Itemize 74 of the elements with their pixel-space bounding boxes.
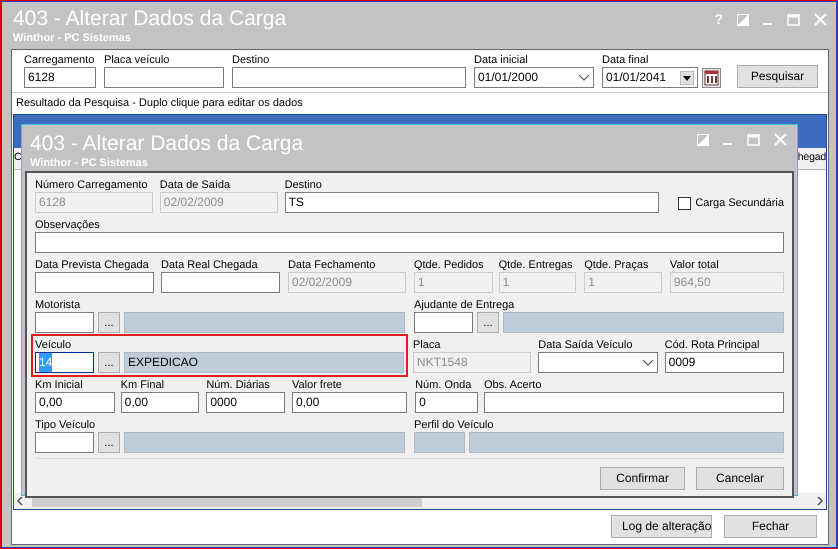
field-label: Placa (412, 338, 442, 352)
field-label: Núm. Onda (415, 378, 472, 392)
browse-button[interactable]: ... (477, 312, 499, 333)
field-label: Veículo (35, 338, 72, 352)
browse-button[interactable]: ... (98, 352, 120, 373)
dialog-button[interactable]: Cancelar (696, 467, 784, 490)
input-field[interactable]: 0009 (664, 352, 784, 373)
input-field[interactable] (232, 67, 466, 88)
input-field (414, 432, 465, 453)
field-label: Qtde. Praças (584, 258, 650, 272)
field-label: Carregamento (24, 53, 96, 67)
window-subtitle: Winthor - PC Sistemas (13, 31, 131, 45)
field-label: Placa veículo (104, 53, 170, 67)
checkbox-label: Carga Secundária (695, 196, 784, 210)
field-label: Data Fechamento (288, 258, 376, 272)
input-field[interactable]: 0,00 (292, 392, 408, 413)
input-field[interactable] (104, 67, 224, 88)
browse-button[interactable]: ... (98, 312, 120, 333)
column-header[interactable]: hegad (798, 150, 826, 166)
field-label: Destino (232, 53, 270, 67)
field-label: Obs. Acerto (484, 378, 542, 392)
section-label: Resultado da Pesquisa - Duplo clique para editar os dados (15, 96, 304, 111)
field-label: Qtde. Pedidos (414, 258, 485, 272)
field-label: Número Carregamento (35, 178, 148, 192)
chevron-down-icon[interactable] (642, 358, 654, 366)
field-label: Tipo Veículo (35, 418, 96, 432)
input-field[interactable]: TS (284, 192, 660, 213)
input-field[interactable]: 0000 (206, 392, 285, 413)
footer-button[interactable]: Fechar (724, 515, 817, 538)
dropdown-icon[interactable] (680, 70, 694, 84)
field-label: Data Prevista Chegada (35, 258, 150, 272)
column-header[interactable]: C (14, 150, 22, 166)
field-label: Data inicial (474, 53, 529, 67)
field-label: Data final (602, 53, 650, 67)
window-subtitle: Winthor - PC Sistemas (30, 156, 148, 170)
footer-button[interactable]: Log de alteração (611, 515, 712, 538)
input-field[interactable] (35, 232, 784, 253)
window-title: 403 - Alterar Dados da Carga (13, 7, 286, 31)
field-label: Km Final (120, 378, 166, 392)
field-label: Data Real Chegada (160, 258, 259, 272)
input-field[interactable] (484, 392, 784, 413)
dropdown-field[interactable] (538, 352, 658, 373)
input-field[interactable] (35, 432, 94, 453)
input-field[interactable] (35, 312, 94, 333)
field-label: Motorista (35, 298, 82, 312)
field-label: Observações (35, 218, 101, 232)
chevron-down-icon[interactable] (578, 74, 590, 82)
input-field[interactable]: 01/01/2000 (474, 67, 594, 88)
checkbox[interactable] (678, 196, 692, 210)
dialog-button[interactable]: Confirmar (600, 467, 685, 490)
window-title: 403 - Alterar Dados da Carga (30, 132, 304, 156)
input-field[interactable]: 0,00 (35, 392, 115, 413)
field-label: Valor total (670, 258, 720, 272)
input-field[interactable]: 0 (415, 392, 478, 413)
input-field[interactable] (35, 272, 154, 293)
calendar-icon[interactable] (702, 68, 721, 88)
input-field[interactable]: 01/01/2041 (602, 67, 698, 88)
field-label: Data de Saída (160, 178, 232, 192)
field-label: Ajudante de Entrega (414, 298, 516, 312)
search-button[interactable]: Pesquisar (737, 65, 818, 88)
input-field[interactable]: 6128 (24, 67, 96, 88)
field-label: Valor frete (292, 378, 343, 392)
field-label: Cód. Rota Principal (664, 338, 760, 352)
field-label: Destino (284, 178, 323, 192)
input-field[interactable]: 0,00 (120, 392, 200, 413)
field-label: Qtde. Entregas (498, 258, 574, 272)
browse-button[interactable]: ... (98, 432, 120, 453)
field-label: Núm. Diárias (206, 378, 271, 392)
field-label: Data Saída Veículo (538, 338, 634, 352)
field-label: Perfil do Veículo (414, 418, 494, 432)
input-field[interactable] (414, 312, 473, 333)
description-field: EXPEDICAO (124, 352, 404, 373)
input-field[interactable] (160, 272, 280, 293)
field-label: Km Inicial (35, 378, 84, 392)
